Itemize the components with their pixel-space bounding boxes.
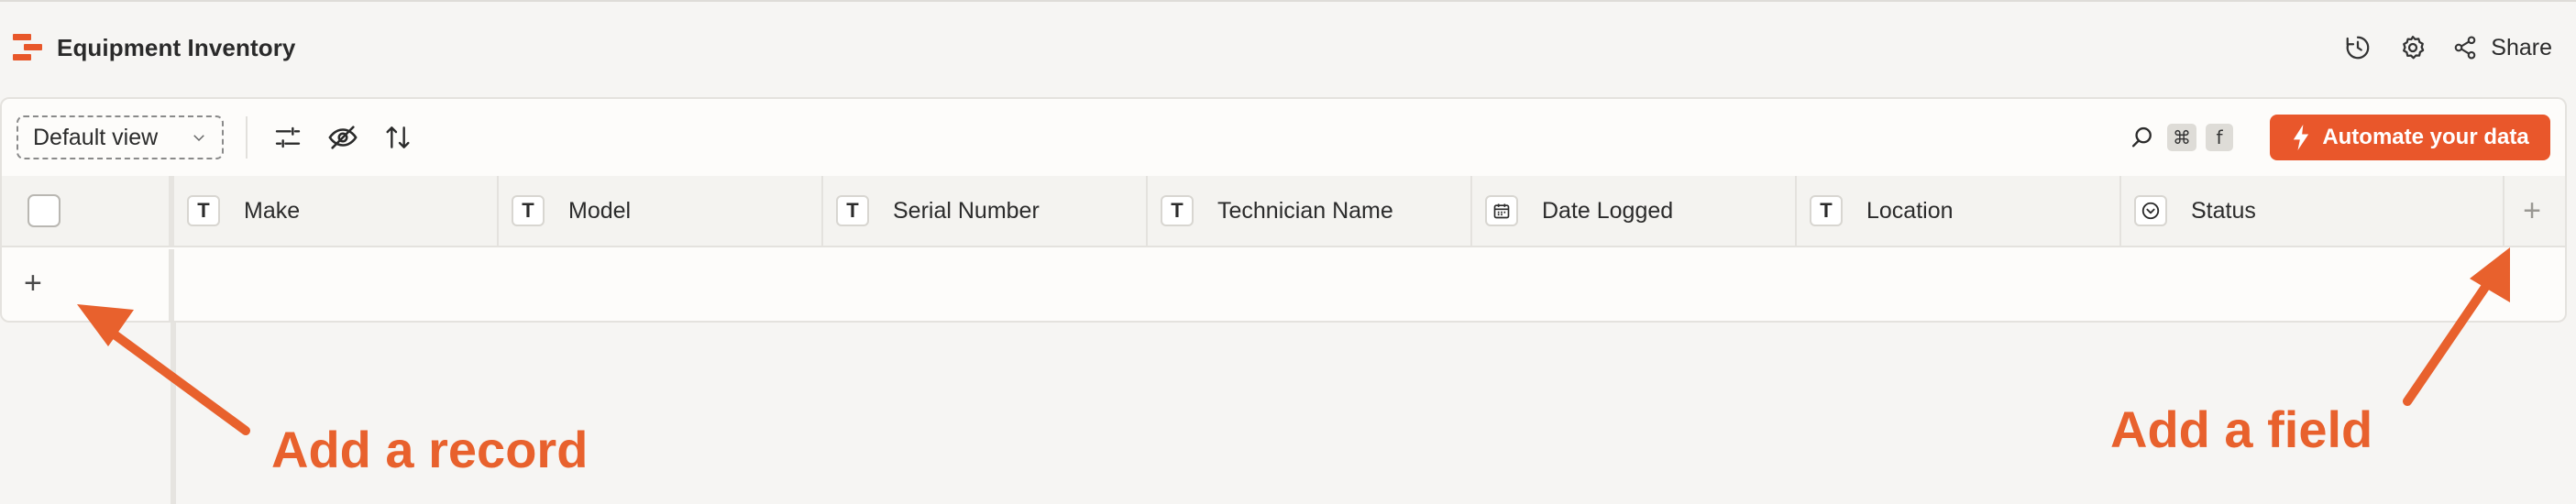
annotation-add-field: Add a field bbox=[2110, 400, 2373, 458]
column-header-make[interactable]: T Make bbox=[174, 176, 499, 246]
settings-icon[interactable] bbox=[2397, 32, 2428, 63]
column-label: Make bbox=[244, 197, 301, 224]
gutter-divider bbox=[171, 323, 176, 504]
automate-label: Automate your data bbox=[2322, 125, 2529, 149]
shortcut-cmd-key: ⌘ bbox=[2167, 124, 2196, 151]
text-type-icon: T bbox=[187, 195, 220, 226]
arrow-add-record bbox=[77, 304, 250, 435]
grid-header: T Make T Model T Serial Number T Technic… bbox=[2, 176, 2565, 247]
toolbar-divider bbox=[246, 116, 248, 159]
view-toolbar: Default view ⌘ f Automate your data bbox=[2, 99, 2565, 176]
search-icon[interactable] bbox=[2127, 119, 2158, 156]
header-right: Share bbox=[2342, 32, 2552, 63]
column-header-date-logged[interactable]: Date Logged bbox=[1472, 176, 1797, 246]
grid-body: + bbox=[2, 249, 2565, 321]
toolbar-right: ⌘ f Automate your data bbox=[2127, 115, 2550, 160]
lightning-icon bbox=[2294, 125, 2309, 150]
history-icon[interactable] bbox=[2342, 32, 2373, 63]
header-left: Equipment Inventory bbox=[13, 34, 295, 62]
view-select[interactable]: Default view bbox=[17, 115, 224, 159]
column-label: Serial Number bbox=[893, 197, 1040, 224]
add-record-button[interactable]: + bbox=[24, 266, 42, 301]
column-label: Location bbox=[1866, 197, 1954, 224]
column-label: Date Logged bbox=[1542, 197, 1674, 224]
column-header-technician-name[interactable]: T Technician Name bbox=[1148, 176, 1472, 246]
toolbar-left: Default view bbox=[17, 115, 435, 159]
column-label: Model bbox=[568, 197, 632, 224]
calendar-icon bbox=[1485, 195, 1518, 226]
view-select-label: Default view bbox=[33, 124, 159, 150]
select-all-checkbox[interactable] bbox=[28, 194, 61, 227]
share-button[interactable]: Share bbox=[2452, 35, 2552, 61]
text-type-icon: T bbox=[836, 195, 869, 226]
column-header-serial-number[interactable]: T Serial Number bbox=[823, 176, 1148, 246]
annotation-add-record: Add a record bbox=[271, 421, 589, 478]
table-card: Default view ⌘ f Automate your data T Ma… bbox=[0, 97, 2567, 323]
text-type-icon: T bbox=[512, 195, 545, 226]
column-header-location[interactable]: T Location bbox=[1797, 176, 2121, 246]
chevron-down-icon bbox=[193, 135, 204, 142]
sort-icon[interactable] bbox=[380, 119, 416, 156]
column-header-status[interactable]: Status bbox=[2121, 176, 2504, 246]
app-header: Equipment Inventory Share bbox=[0, 2, 2576, 93]
shortcut-f-key: f bbox=[2206, 124, 2233, 151]
column-label: Status bbox=[2191, 197, 2256, 224]
column-header-model[interactable]: T Model bbox=[499, 176, 823, 246]
share-label: Share bbox=[2491, 34, 2552, 60]
column-label: Technician Name bbox=[1217, 197, 1393, 224]
share-icon bbox=[2454, 36, 2476, 60]
page-title: Equipment Inventory bbox=[57, 33, 296, 61]
app-logo-icon bbox=[13, 34, 42, 61]
text-type-icon: T bbox=[1810, 195, 1843, 226]
automate-button[interactable]: Automate your data bbox=[2270, 115, 2550, 160]
single-select-icon bbox=[2134, 195, 2167, 226]
add-field-button[interactable]: + bbox=[2504, 176, 2565, 246]
select-all-cell bbox=[2, 176, 174, 246]
filter-icon[interactable] bbox=[270, 119, 306, 156]
hide-fields-icon[interactable] bbox=[325, 119, 361, 156]
text-type-icon: T bbox=[1161, 195, 1194, 226]
